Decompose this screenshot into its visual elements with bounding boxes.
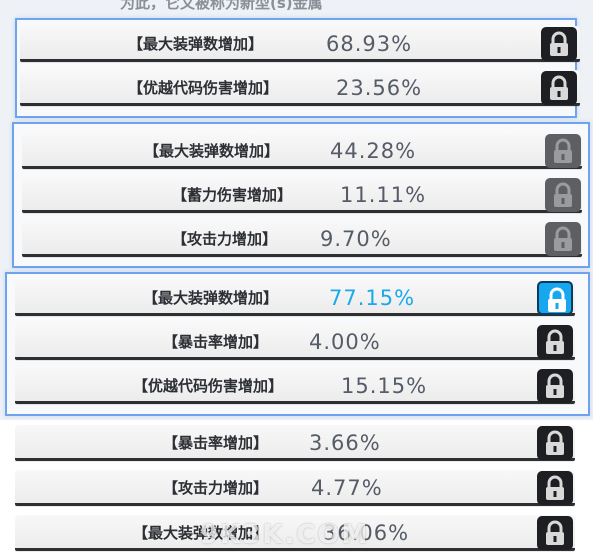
watermark: 9K3K.COM [200, 520, 370, 550]
attribute-row: 【暴击率增加】 3.66% [15, 425, 575, 461]
attribute-row: 【优越代码伤害增加】 23.56% [20, 70, 580, 106]
attribute-row: 【蓄力伤害增加】 11.11% [22, 177, 582, 213]
lock-icon[interactable] [545, 134, 581, 168]
attribute-value-highlighted: 77.15% [329, 286, 416, 310]
attribute-label: 【暴击率增加】 [163, 333, 269, 351]
attribute-row: 【攻击力增加】 4.77% [15, 470, 575, 506]
attribute-value: 9.70% [320, 227, 392, 251]
attribute-row: 【最大装弹数增加】 68.93% [20, 26, 580, 62]
lock-icon[interactable] [537, 426, 573, 460]
attribute-value: 4.00% [309, 330, 381, 354]
attribute-value: 15.15% [341, 374, 428, 398]
lock-icon[interactable] [541, 27, 577, 61]
attribute-row: 【暴击率增加】 4.00% [15, 324, 575, 360]
header-cut-text: 为此，它又被称为新型(s)金属 [120, 0, 323, 10]
attribute-row: 【最大装弹数增加】 77.15% [15, 280, 575, 316]
attribute-label: 【最大装弹数增加】 [128, 35, 264, 53]
attribute-label: 【蓄力伤害增加】 [172, 186, 293, 204]
attribute-row: 【攻击力增加】 9.70% [22, 221, 582, 257]
attribute-label: 【最大装弹数增加】 [144, 142, 280, 160]
attribute-value: 4.77% [311, 476, 383, 500]
attribute-label: 【暴击率增加】 [163, 434, 269, 452]
lock-icon[interactable] [537, 471, 573, 505]
attribute-label: 【攻击力增加】 [172, 230, 278, 248]
attribute-value: 3.66% [309, 431, 381, 455]
unlock-icon[interactable] [537, 281, 573, 315]
attribute-value: 11.11% [340, 183, 427, 207]
attribute-label: 【攻击力增加】 [163, 479, 269, 497]
attribute-label: 【优越代码伤害增加】 [133, 377, 284, 395]
attribute-value: 44.28% [330, 139, 417, 163]
lock-icon[interactable] [537, 516, 573, 550]
attribute-label: 【最大装弹数增加】 [143, 289, 279, 307]
lock-icon[interactable] [545, 222, 581, 256]
lock-icon[interactable] [545, 178, 581, 212]
attribute-row: 【优越代码伤害增加】 15.15% [15, 368, 575, 404]
lock-icon[interactable] [537, 325, 573, 359]
attribute-value: 23.56% [336, 76, 423, 100]
attribute-label: 【优越代码伤害增加】 [128, 79, 279, 97]
lock-icon[interactable] [541, 71, 577, 105]
lock-icon[interactable] [537, 369, 573, 403]
attribute-row: 【最大装弹数增加】 44.28% [22, 133, 582, 169]
attribute-value: 68.93% [326, 32, 413, 56]
